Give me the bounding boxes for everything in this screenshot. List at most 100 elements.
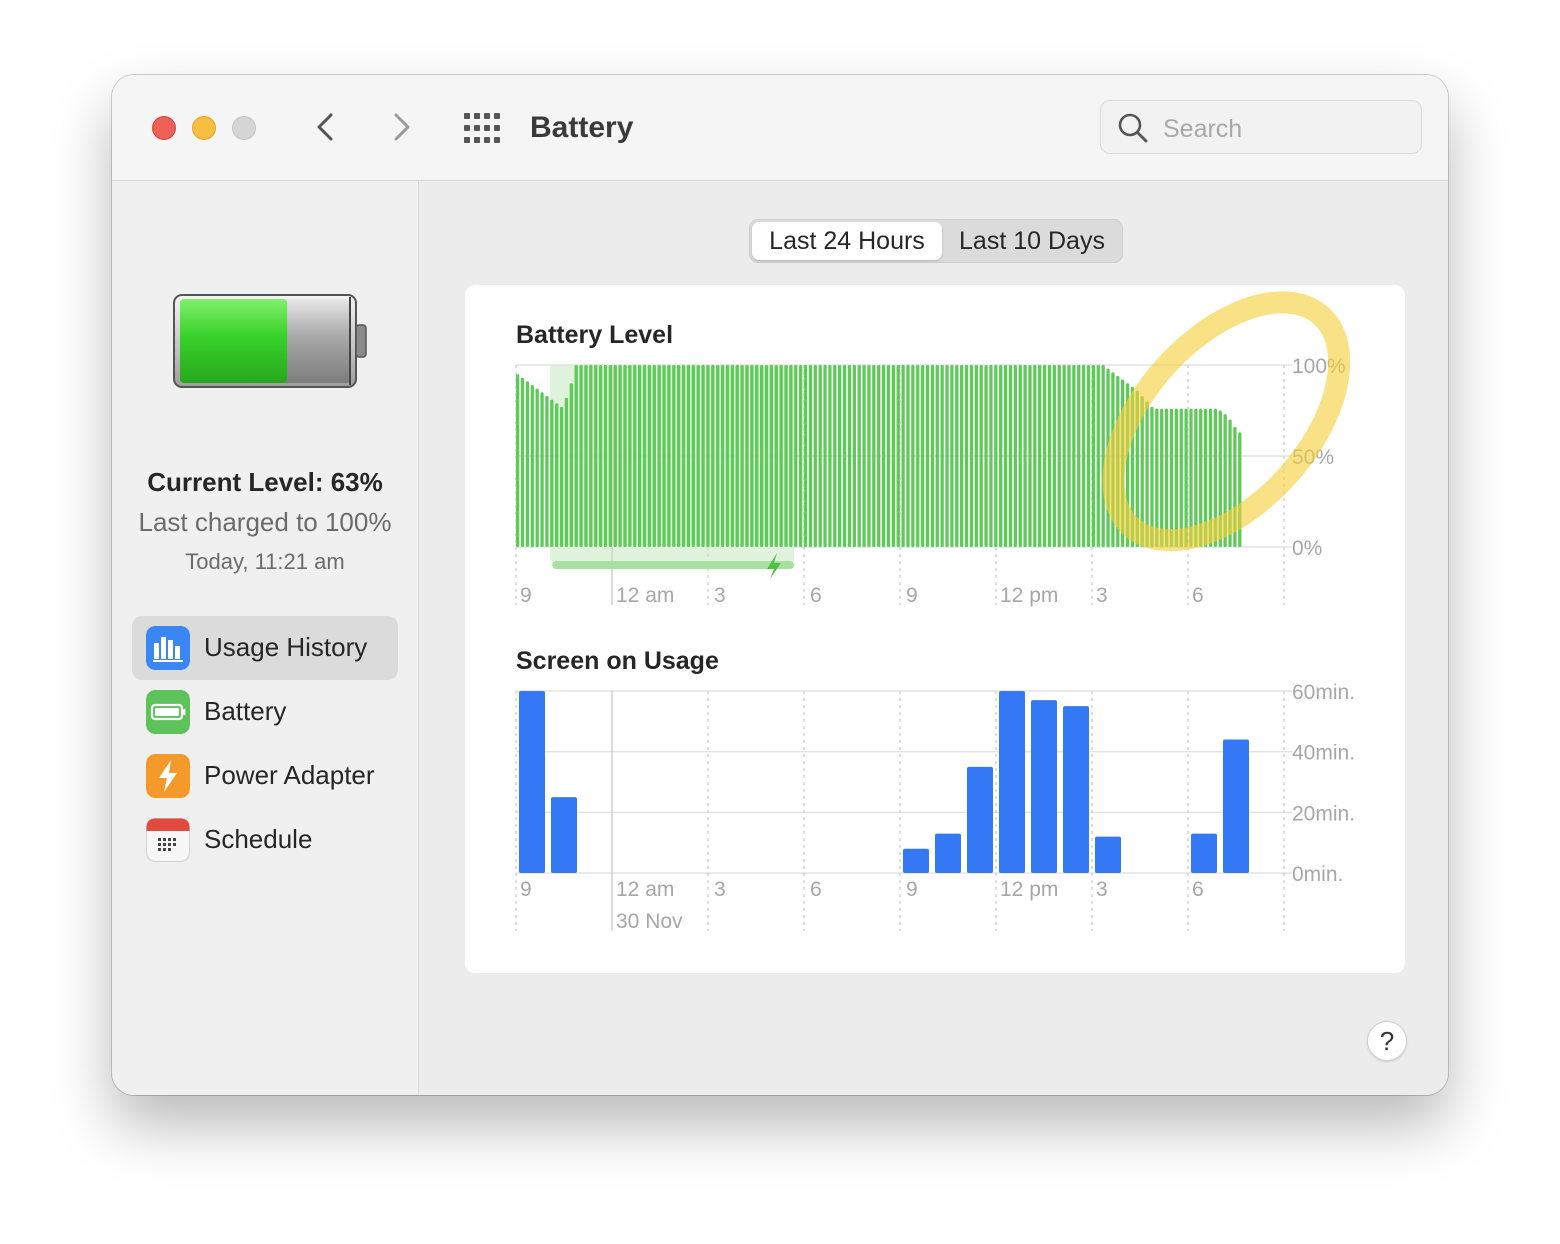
search-field[interactable] bbox=[1100, 100, 1422, 154]
battery-level-bar bbox=[1033, 365, 1037, 547]
x-tick-label: 12 am bbox=[616, 584, 674, 607]
battery-level-bar bbox=[769, 365, 774, 547]
battery-level-bar bbox=[1160, 408, 1164, 547]
segment-last-24-hours[interactable]: Last 24 Hours bbox=[752, 222, 942, 260]
battery-level-bar bbox=[633, 365, 637, 547]
x-tick-label: 9 bbox=[906, 584, 918, 607]
battery-level-bar bbox=[1018, 365, 1022, 547]
usage-history-icon bbox=[146, 626, 190, 670]
battery-level-bar bbox=[1155, 408, 1159, 547]
battery-level-bar bbox=[647, 365, 652, 547]
screen-usage-bar bbox=[1063, 706, 1089, 873]
battery-level-bar bbox=[1057, 365, 1061, 547]
sidebar-item-label: Schedule bbox=[204, 824, 313, 854]
battery-level-bar bbox=[681, 365, 686, 547]
battery-level-bar bbox=[764, 365, 769, 547]
battery-level-bar bbox=[691, 365, 695, 547]
zoom-button[interactable] bbox=[232, 116, 256, 140]
show-all-grid-icon[interactable] bbox=[464, 113, 500, 143]
battery-level-bar bbox=[794, 365, 798, 547]
battery-level-bar bbox=[745, 365, 749, 547]
x-tick-label: 6 bbox=[1192, 584, 1204, 607]
battery-level-bar bbox=[989, 365, 993, 547]
battery-level-bar bbox=[886, 365, 891, 547]
battery-level-bar bbox=[906, 365, 910, 547]
battery-level-bar bbox=[579, 365, 583, 547]
battery-level-bar bbox=[516, 374, 520, 547]
screen-usage-bar bbox=[1095, 836, 1121, 873]
battery-level-bar bbox=[618, 365, 622, 547]
battery-level-bar bbox=[540, 392, 544, 547]
battery-level-bar bbox=[652, 365, 656, 547]
battery-level-bar bbox=[862, 365, 866, 547]
battery-level-bar bbox=[1169, 408, 1174, 547]
battery-level-bar bbox=[930, 365, 935, 547]
search-icon bbox=[1118, 113, 1148, 143]
battery-level-bar bbox=[808, 365, 813, 547]
sidebar-item-usage-history[interactable]: Usage History bbox=[132, 616, 398, 680]
close-button[interactable] bbox=[152, 116, 176, 140]
battery-level-bar bbox=[559, 406, 564, 547]
battery-level-bar bbox=[735, 365, 739, 547]
battery-level-bar bbox=[672, 365, 676, 547]
battery-level-bar bbox=[901, 365, 905, 547]
battery-level-bar bbox=[955, 365, 959, 547]
battery-level-bar bbox=[852, 365, 856, 547]
battery-level-bar bbox=[730, 365, 735, 547]
time-range-segmented-control[interactable]: Last 24 Hours Last 10 Days bbox=[749, 219, 1123, 263]
battery-icon bbox=[146, 690, 190, 734]
back-chevron-icon[interactable] bbox=[309, 109, 345, 145]
x-tick-label: 12 pm bbox=[1000, 878, 1058, 901]
window-title: Battery bbox=[530, 111, 634, 144]
x-tick-label: 6 bbox=[1192, 878, 1204, 901]
x-tick-label: 3 bbox=[1096, 878, 1108, 901]
battery-level-bar bbox=[950, 365, 954, 547]
battery-level-bar bbox=[1052, 365, 1057, 547]
battery-level-bar bbox=[1086, 365, 1091, 547]
battery-level-bar bbox=[535, 388, 539, 547]
search-input[interactable] bbox=[1161, 111, 1405, 147]
battery-level-bar bbox=[1062, 365, 1066, 547]
segment-last-10-days[interactable]: Last 10 Days bbox=[944, 222, 1120, 260]
x-tick-label: 3 bbox=[714, 584, 726, 607]
battery-level-bar bbox=[891, 365, 896, 547]
battery-level-bar bbox=[994, 365, 998, 547]
battery-level-bar bbox=[867, 365, 871, 547]
x-tick-label: 12 am bbox=[616, 878, 674, 901]
battery-level-bar bbox=[896, 365, 900, 547]
forward-chevron-icon[interactable] bbox=[382, 109, 418, 145]
battery-level-bar bbox=[530, 385, 534, 547]
battery-level-bar bbox=[628, 365, 632, 547]
current-level-text: Current Level: 63% bbox=[147, 467, 383, 497]
battery-level-bar bbox=[1164, 408, 1169, 547]
sidebar-item-schedule[interactable]: Schedule bbox=[132, 808, 398, 872]
minimize-button[interactable] bbox=[192, 116, 216, 140]
sidebar-item-power-adapter[interactable]: Power Adapter bbox=[132, 744, 398, 808]
battery-level-bar bbox=[838, 365, 842, 547]
sidebar-item-battery[interactable]: Battery bbox=[132, 680, 398, 744]
help-button[interactable]: ? bbox=[1367, 1021, 1407, 1061]
battery-level-bar bbox=[603, 365, 608, 547]
battery-level-bar bbox=[803, 365, 808, 547]
screen-usage-bar bbox=[935, 833, 961, 873]
battery-level-bar bbox=[545, 395, 549, 547]
screen-usage-bar bbox=[999, 691, 1025, 873]
x-tick-label: 9 bbox=[906, 878, 918, 901]
battery-level-bar bbox=[935, 365, 939, 547]
screen-usage-bar bbox=[903, 848, 929, 873]
power-adapter-icon bbox=[146, 754, 190, 798]
sidebar-item-label: Usage History bbox=[204, 632, 368, 662]
battery-level-bar bbox=[642, 365, 647, 547]
battery-level-bar bbox=[520, 377, 525, 547]
battery-level-bar bbox=[945, 365, 949, 547]
y-tick-label: 0% bbox=[1292, 537, 1322, 560]
battery-level-bar bbox=[696, 365, 700, 547]
screen-usage-bar bbox=[551, 797, 577, 873]
battery-level-bar bbox=[686, 365, 691, 547]
sidebar: Current Level: 63% Last charged to 100% … bbox=[112, 181, 419, 1095]
battery-level-bar bbox=[574, 365, 578, 547]
battery-level-bar bbox=[608, 365, 613, 547]
schedule-icon bbox=[146, 818, 190, 862]
sidebar-item-label: Power Adapter bbox=[204, 760, 375, 790]
charged-time-text: Today, 11:21 am bbox=[185, 549, 345, 574]
